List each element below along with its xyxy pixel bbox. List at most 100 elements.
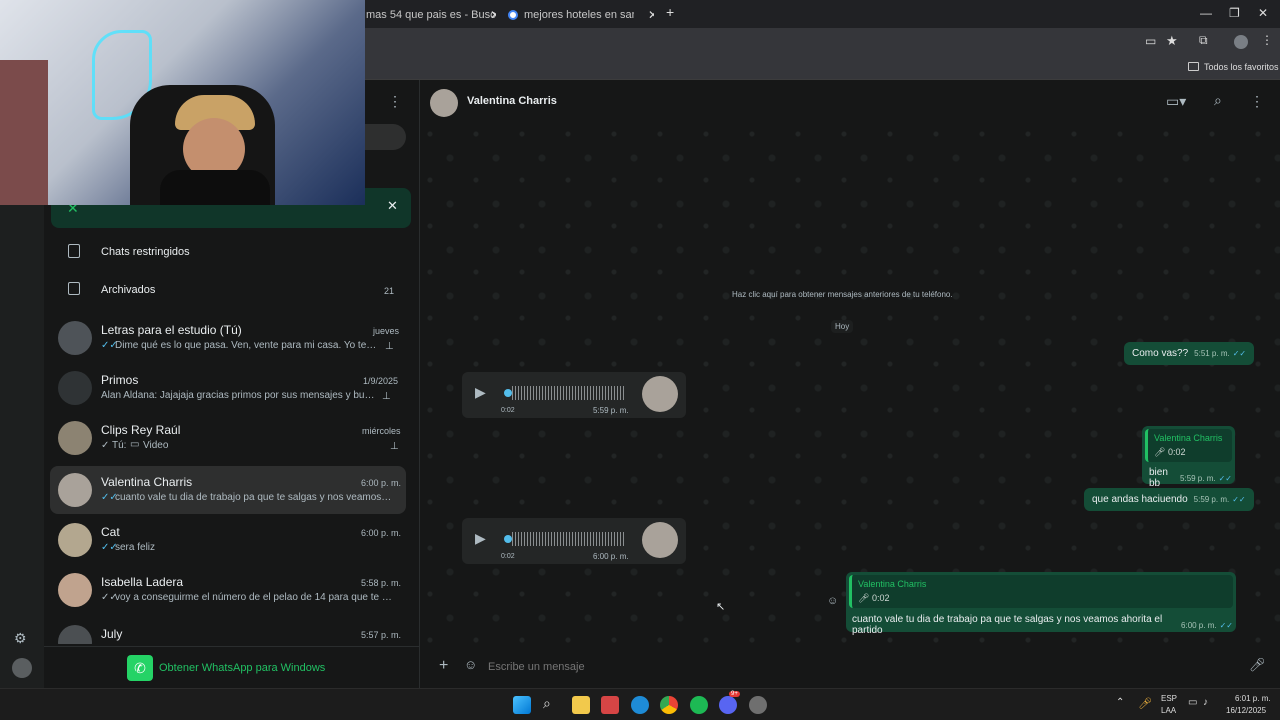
tab-label: mas 54 que pais es - Buscar co — [366, 9, 496, 21]
archived-count: 21 — [384, 286, 395, 296]
mic-icon: 🎤︎ — [858, 593, 870, 603]
sender-avatar — [642, 522, 678, 558]
pin-icon: ⊥ — [385, 341, 394, 352]
quoted-message[interactable]: Valentina Charris 🎤︎ 0:02 — [849, 575, 1233, 608]
discord-icon[interactable] — [719, 696, 737, 714]
load-older-link[interactable]: Haz clic aquí para obtener mensajes ante… — [732, 290, 953, 299]
volume-icon[interactable]: ♪ — [1203, 697, 1208, 708]
chat-time: jueves — [373, 326, 400, 336]
chevron-up-icon[interactable]: ⌃ — [1116, 697, 1124, 708]
attach-plus-icon[interactable]: + — [439, 657, 448, 675]
clock-time[interactable]: 6:01 p. m. — [1235, 694, 1271, 703]
contact-name[interactable]: Valentina Charris — [467, 95, 557, 107]
avatar — [58, 573, 92, 607]
sticker-icon[interactable]: ☺ — [464, 657, 477, 672]
language-label[interactable]: ESP — [1161, 694, 1177, 703]
close-window-icon[interactable]: ✕ — [1258, 6, 1268, 20]
emoji-react-icon[interactable]: ☺ — [827, 595, 838, 607]
tab-hotels[interactable]: mejores hoteles en santa marta ✕ — [508, 4, 654, 26]
microphone-icon[interactable]: 🎤︎ — [1249, 657, 1266, 673]
read-ticks-icon: ✓✓ — [1232, 495, 1246, 504]
spotify-icon[interactable] — [690, 696, 708, 714]
chat-row[interactable]: Clips Rey Raúl miércoles ✓ Tú: ▭ Video ⊥ — [50, 414, 406, 462]
close-tab-icon[interactable]: ✕ — [490, 8, 496, 22]
settings-icon[interactable]: ⚙ — [14, 630, 27, 647]
search-icon[interactable]: ⌕ — [543, 695, 551, 712]
network-icon[interactable]: ▭ — [1188, 697, 1197, 708]
restricted-chats-row[interactable]: Chats restringidos — [50, 232, 406, 272]
avatar — [58, 321, 92, 355]
search-icon[interactable]: ⌕ — [1214, 92, 1222, 109]
more-menu-icon[interactable]: ⋮ — [1261, 33, 1273, 47]
outgoing-reply-message[interactable]: Valentina Charris 🎤︎ 0:02 bien bb 5:59 p… — [1142, 426, 1235, 489]
chat-time: 5:57 p. m. — [361, 630, 402, 640]
chat-time: 6:00 p. m. — [361, 528, 402, 538]
conversation-panel: Valentina Charris ▭▾ ⌕ ⋮ Haz clic aquí p… — [420, 80, 1280, 688]
composer-bar: + ☺ 🎤︎ — [420, 646, 1280, 688]
microphone-tray-icon[interactable]: 🎤︎ — [1138, 697, 1152, 710]
message-input[interactable] — [484, 656, 1244, 678]
file-explorer-icon[interactable] — [572, 696, 590, 714]
chat-row[interactable]: Isabella Ladera 5:58 p. m. ✓✓ voy a cons… — [50, 566, 406, 614]
chat-time: 1/9/2025 — [363, 376, 399, 386]
app-red-icon[interactable] — [601, 696, 619, 714]
all-bookmarks-label[interactable]: Todos los favoritos — [1204, 62, 1279, 72]
folder-icon — [1188, 62, 1199, 71]
chat-row[interactable]: Primos 1/9/2025 Alan Aldana: Jajajaja gr… — [50, 364, 406, 412]
menu-icon[interactable]: ⋮ — [1250, 93, 1264, 110]
chrome-icon[interactable] — [660, 696, 678, 714]
app-icon[interactable] — [749, 696, 767, 714]
progress-dot[interactable] — [504, 535, 512, 543]
cast-icon[interactable]: ▭ — [1145, 34, 1156, 48]
new-tab-button[interactable]: + — [666, 4, 674, 20]
close-icon[interactable]: ✕ — [387, 198, 398, 214]
pin-icon: ⊥ — [390, 441, 399, 452]
outgoing-message[interactable]: Como vas?? 5:51 p. m. ✓✓ — [1124, 342, 1255, 365]
start-icon[interactable] — [513, 696, 531, 714]
read-ticks-icon: ✓✓ — [1232, 349, 1247, 358]
tab-label: mejores hoteles en santa marta — [524, 9, 634, 21]
discord-badge: 9+ — [729, 691, 740, 697]
outgoing-message[interactable]: que andas haciuendo 5:59 p. m. ✓✓ — [1084, 488, 1254, 511]
chat-row[interactable]: Cat 6:00 p. m. ✓✓ sera feliz — [50, 516, 406, 564]
webcam-overlay — [0, 0, 365, 205]
chat-name: Valentina Charris — [101, 475, 193, 489]
incoming-voice-message[interactable]: ▶ 0:02 5:59 p. m. — [462, 372, 686, 418]
language-variant-label[interactable]: LAA — [1161, 706, 1176, 715]
close-tab-icon[interactable]: ✕ — [648, 8, 654, 22]
contact-avatar[interactable] — [430, 89, 458, 117]
chat-row-selected[interactable]: Valentina Charris 6:00 p. m. ✓✓ cuanto v… — [50, 466, 406, 514]
restricted-label: Chats restringidos — [101, 246, 190, 258]
chat-row[interactable]: Letras para el estudio (Tú) jueves ✓✓ Di… — [50, 314, 406, 362]
quoted-message[interactable]: Valentina Charris 🎤︎ 0:02 — [1145, 429, 1232, 462]
outgoing-reply-message[interactable]: Valentina Charris 🎤︎ 0:02 cuanto vale tu… — [846, 572, 1236, 636]
edge-icon[interactable] — [631, 696, 649, 714]
incoming-voice-message[interactable]: ▶ 0:02 6:00 p. m. — [462, 518, 686, 564]
play-icon[interactable]: ▶ — [475, 530, 486, 547]
profile-avatar[interactable] — [12, 658, 32, 678]
extensions-icon[interactable]: ⧉ — [1199, 33, 1208, 48]
video-icon: ▭ — [130, 439, 140, 450]
chat-preview: Alan Aldana: Jajajaja gracias primos por… — [101, 390, 377, 401]
video-call-icon[interactable]: ▭▾ — [1166, 93, 1186, 110]
play-icon[interactable]: ▶ — [475, 384, 486, 401]
tab-search[interactable]: mas 54 que pais es - Buscar co ✕ — [366, 4, 496, 26]
profile-avatar[interactable] — [1234, 35, 1248, 49]
archived-row[interactable]: Archivados 21 — [50, 270, 406, 310]
get-app-link[interactable]: Obtener WhatsApp para Windows — [159, 662, 325, 674]
quoted-duration: 0:02 — [871, 593, 890, 603]
progress-dot[interactable] — [504, 389, 512, 397]
sender-avatar — [642, 376, 678, 412]
whatsapp-logo-icon: ✆ — [127, 655, 153, 681]
chat-name: Clips Rey Raúl — [101, 423, 181, 437]
menu-icon[interactable]: ⋮ — [388, 93, 402, 110]
restore-icon[interactable]: ❐ — [1229, 6, 1240, 20]
minimize-icon[interactable]: — — [1200, 6, 1212, 20]
chat-row[interactable]: July 5:57 p. m. — [50, 618, 406, 644]
avatar — [58, 421, 92, 455]
clock-date[interactable]: 16/12/2025 — [1226, 706, 1266, 715]
voice-duration: 0:02 — [501, 553, 515, 560]
windows-taskbar: ⌕ 9+ ⌃ 🎤︎ ESP LAA ▭ ♪ 6:01 p. m. 16/12/2… — [0, 688, 1280, 720]
chat-preview: sera feliz — [115, 542, 156, 553]
bookmark-star-icon[interactable]: ★ — [1166, 33, 1178, 49]
